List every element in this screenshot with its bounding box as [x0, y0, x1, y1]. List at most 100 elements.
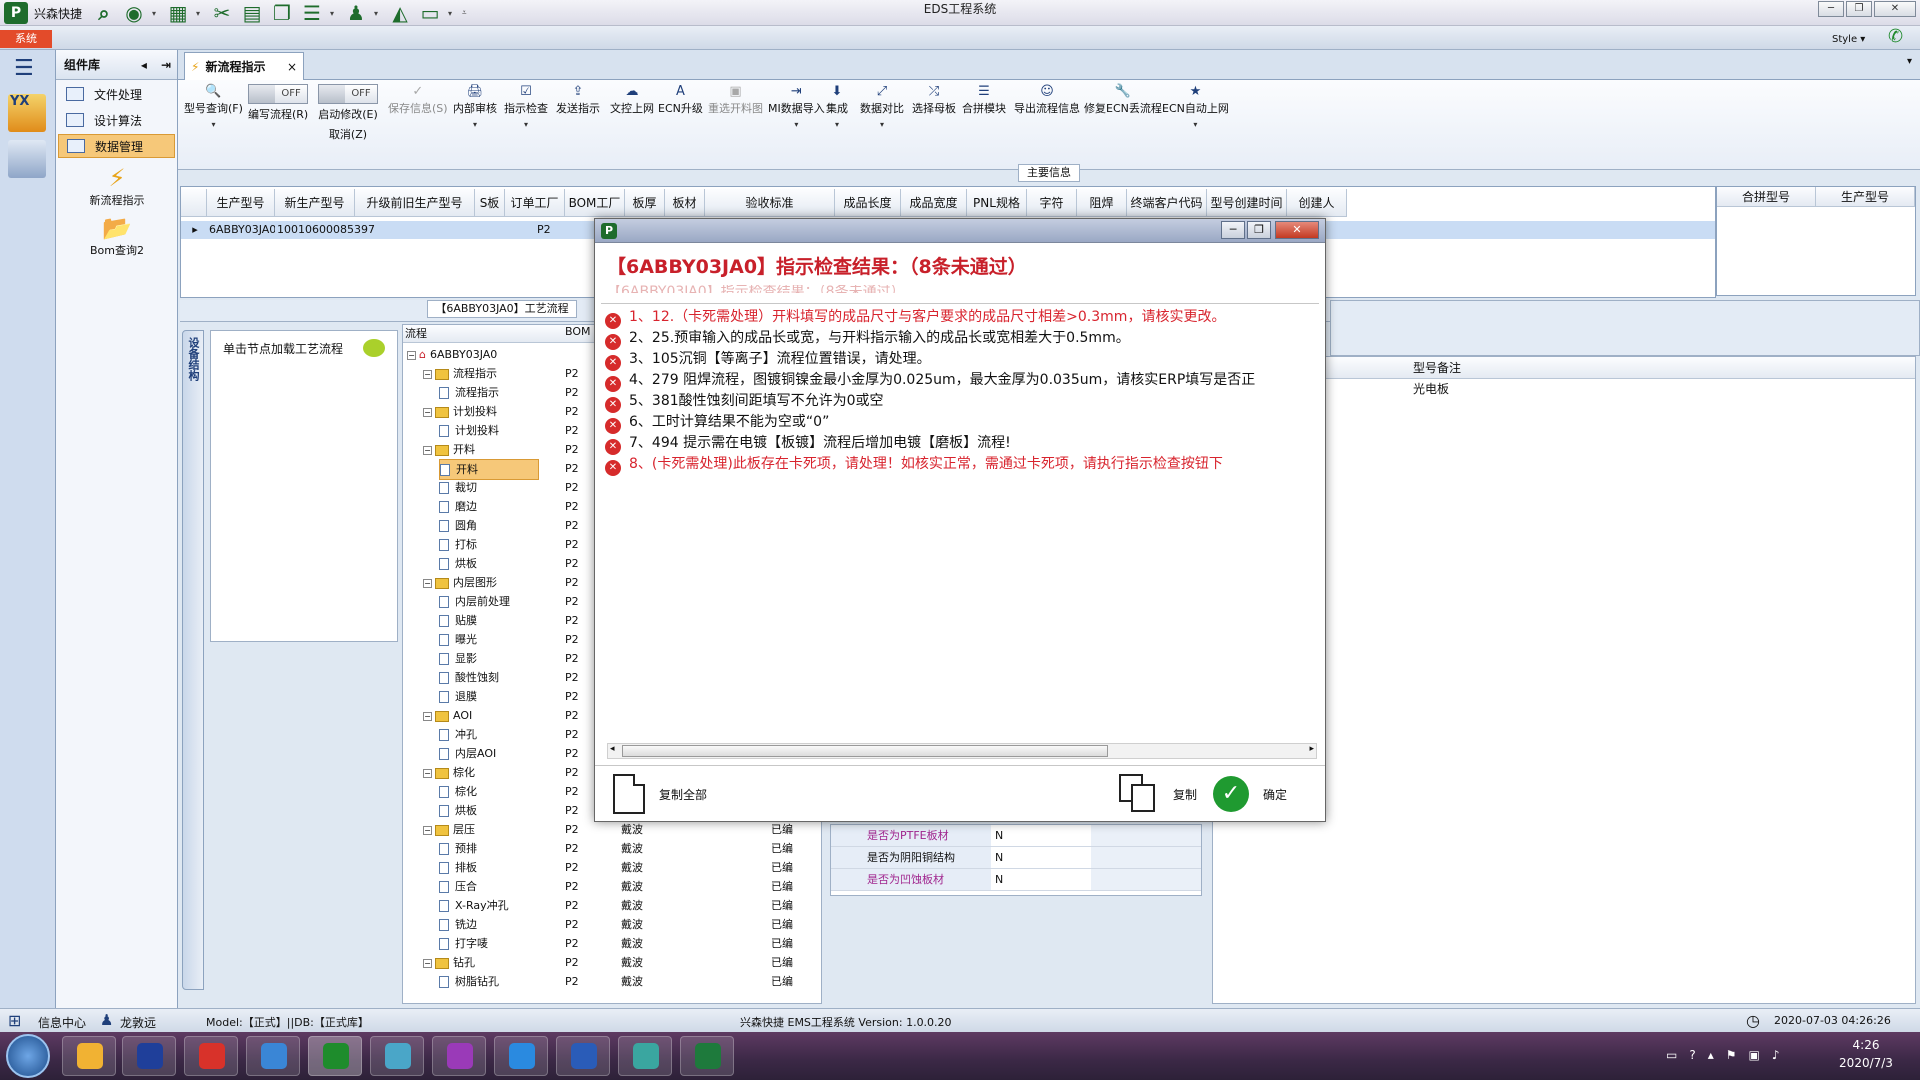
tree-node[interactable]: 树脂钻孔 P2 戴波 已编 — [403, 972, 821, 991]
grid-column-header[interactable]: 板材 — [665, 189, 705, 217]
dropdown-arrow-icon[interactable]: ▾ — [184, 120, 243, 129]
tray-volume-icon[interactable]: ♪ — [1772, 1048, 1780, 1062]
property-value[interactable]: N — [991, 825, 1091, 846]
toolbar-button-4[interactable]: 🖨 内部审核 ▾ — [453, 84, 497, 129]
grid-column-header[interactable]: 创建人 — [1287, 189, 1347, 217]
toolbar-button-12[interactable]: ⤢ 数据对比 ▾ — [860, 84, 904, 129]
copy-icon[interactable]: ❐ — [270, 1, 294, 25]
grid-column-header[interactable]: 终端客户代码 — [1127, 189, 1207, 217]
dialog-close-button[interactable]: ✕ — [1275, 221, 1319, 239]
tree-node[interactable]: 压合 P2 戴波 已编 — [403, 877, 821, 896]
scroll-left-icon[interactable]: ◂ — [610, 744, 615, 754]
toolbar-button-6[interactable]: ⇪ 发送指示 — [556, 84, 600, 116]
nav-item-2[interactable]: 数据管理 — [58, 134, 175, 158]
hamburger-icon[interactable]: ☰ — [14, 56, 34, 81]
tree-expander-icon[interactable]: − — [423, 369, 432, 379]
tree-node[interactable]: X-Ray冲孔 P2 戴波 已编 — [403, 896, 821, 915]
tree-expander-icon[interactable]: − — [423, 768, 432, 778]
toolbar-button-1[interactable]: OFF 编写流程(R) — [248, 84, 308, 122]
phone-icon[interactable]: ✆ — [1888, 26, 1903, 47]
grid-column-header[interactable]: 新生产型号 — [275, 189, 355, 217]
film-icon[interactable]: ▤ — [240, 1, 264, 25]
check-message[interactable]: ✕ 8、(卡死需处理)此板存在卡死项，请处理！如核实正常，需通过卡死项，请执行指示… — [605, 454, 1315, 476]
toggle-switch[interactable]: OFF — [318, 84, 378, 104]
yx-module-icon[interactable]: YX — [8, 94, 46, 132]
tree-expander-icon[interactable]: − — [423, 711, 432, 721]
tab-list-dropdown-icon[interactable]: ▾ — [1907, 56, 1912, 67]
collapse-left-icon[interactable]: ◂ — [141, 58, 147, 72]
dropdown-arrow-icon[interactable]: ▾ — [826, 120, 848, 129]
dropdown-arrow-icon[interactable]: ▾ — [768, 120, 825, 129]
grid-column-header[interactable]: 升级前旧生产型号 — [355, 189, 475, 217]
nav-item-1[interactable]: 设计算法 — [58, 108, 175, 132]
dialog-titlebar[interactable]: P ─ ❐ ✕ — [595, 219, 1325, 243]
dialog-minimize-button[interactable]: ─ — [1221, 221, 1245, 239]
toolbar-button-14[interactable]: ☰ 合拼模块 — [962, 84, 1006, 116]
pin-icon[interactable]: ⇥ — [161, 58, 171, 72]
property-value[interactable]: N — [991, 847, 1091, 868]
grid-column-header[interactable]: BOM工厂 — [565, 189, 625, 217]
scissors-icon[interactable]: ✂ — [210, 1, 234, 25]
tree-node[interactable]: 排板 P2 戴波 已编 — [403, 858, 821, 877]
nav-big-item-1[interactable]: 📂 Bom查询2 — [56, 214, 178, 258]
copy-all-button[interactable]: 复制全部 — [613, 772, 707, 816]
scroll-right-icon[interactable]: ▸ — [1309, 744, 1314, 754]
info-center-label[interactable]: 信息中心 — [38, 1014, 86, 1031]
user-icon[interactable]: ♟ — [344, 1, 368, 25]
tree-node[interactable]: 预排 P2 戴波 已编 — [403, 839, 821, 858]
tree-expander-icon[interactable]: − — [423, 825, 432, 835]
tab-close-icon[interactable]: × — [287, 60, 297, 74]
grid-column-header[interactable]: 成品宽度 — [901, 189, 967, 217]
dialog-restore-button[interactable]: ❐ — [1247, 221, 1271, 239]
dropdown-arrow-icon[interactable]: ▾ — [504, 120, 548, 129]
grid-column-header[interactable]: 字符 — [1027, 189, 1077, 217]
taskbar-app-mail[interactable] — [494, 1036, 548, 1076]
nav-big-item-0[interactable]: ⚡ 新流程指示 — [56, 164, 178, 208]
merge-grid-column-header[interactable]: 合拼型号 — [1717, 187, 1816, 207]
check-message[interactable]: ✕ 7、494 提示需在电镀【板镀】流程后增加电镀【磨板】流程! — [605, 433, 1315, 455]
tree-expander-icon[interactable]: − — [423, 407, 432, 417]
taskbar-app-fish[interactable] — [370, 1036, 424, 1076]
tree-expander-icon[interactable]: − — [423, 958, 432, 968]
restore-button[interactable]: ❐ — [1846, 1, 1872, 17]
taskbar-app-excel[interactable] — [680, 1036, 734, 1076]
toolbar-button-15[interactable]: ☺ 导出流程信息 — [1014, 84, 1080, 116]
list-icon[interactable]: ☰ — [300, 1, 324, 25]
table-icon[interactable]: ▦ — [166, 1, 190, 25]
tree-expander-icon[interactable]: − — [423, 578, 432, 588]
nav-item-0[interactable]: 文件处理 — [58, 82, 175, 106]
taskbar-app-shell[interactable] — [62, 1036, 116, 1076]
check-message[interactable]: ✕ 1、12.（卡死需处理）开料填写的成品尺寸与客户要求的成品尺寸相差>0.3mm… — [605, 307, 1315, 329]
toggle-switch[interactable]: OFF — [248, 84, 309, 104]
tree-expander-icon[interactable]: − — [423, 445, 432, 455]
taskbar-app-eds[interactable] — [308, 1036, 362, 1076]
check-message[interactable]: ✕ 5、381酸性蚀刻间距填写不允许为0或空 — [605, 391, 1315, 413]
search-icon[interactable]: ⌕ — [92, 1, 116, 25]
equipment-structure-tab[interactable]: 设备结构 — [182, 330, 204, 990]
toolbar-button-8[interactable]: A ECN升级 — [658, 84, 703, 116]
tray-flag-icon[interactable]: ⚑ — [1726, 1048, 1737, 1062]
scrollbar-thumb[interactable] — [622, 745, 1108, 757]
grid-column-header[interactable]: 订单工厂 — [505, 189, 565, 217]
tree-node[interactable]: 打字唛 P2 戴波 已编 — [403, 934, 821, 953]
merge-grid-column-header[interactable]: 生产型号 — [1816, 187, 1915, 207]
close-window-button[interactable]: ✕ — [1874, 1, 1916, 17]
toolbar-button-10[interactable]: ⇥ MI数据导入 ▾ — [768, 84, 825, 129]
ok-button[interactable]: ✓ 确定 — [1213, 772, 1287, 816]
check-message[interactable]: ✕ 6、工时计算结果不能为空或“0” — [605, 412, 1315, 434]
tab-new-process-instruction[interactable]: ⚡ 新流程指示 × — [184, 52, 304, 80]
start-button[interactable] — [6, 1034, 50, 1078]
toolbar-button-5[interactable]: ☑ 指示检查 ▾ — [504, 84, 548, 129]
grid-column-header[interactable]: 成品长度 — [835, 189, 901, 217]
taskbar-app-red[interactable] — [184, 1036, 238, 1076]
taskbar-clock[interactable]: 4:26 2020/7/3 — [1816, 1036, 1916, 1072]
grid-column-header[interactable]: PNL规格 — [967, 189, 1027, 217]
property-row[interactable]: 是否为阴阳铜结构 N — [831, 847, 1201, 869]
check-message[interactable]: ✕ 4、279 阻焊流程，图镀铜镍金最小金厚为0.025um，最大金厚为0.035… — [605, 370, 1315, 392]
toolbar-button-13[interactable]: ⤮ 选择母板 — [912, 84, 956, 116]
grid-column-header[interactable]: 型号创建时间 — [1207, 189, 1287, 217]
toolbar-button-17[interactable]: ★ ECN自动上网 ▾ — [1162, 84, 1229, 129]
toolbar-button-16[interactable]: 🔧 修复ECN丢流程 — [1084, 84, 1162, 116]
customize-quick-access-icon[interactable]: ⩡ — [462, 8, 470, 18]
copy-button[interactable]: 复制 — [1119, 772, 1197, 816]
